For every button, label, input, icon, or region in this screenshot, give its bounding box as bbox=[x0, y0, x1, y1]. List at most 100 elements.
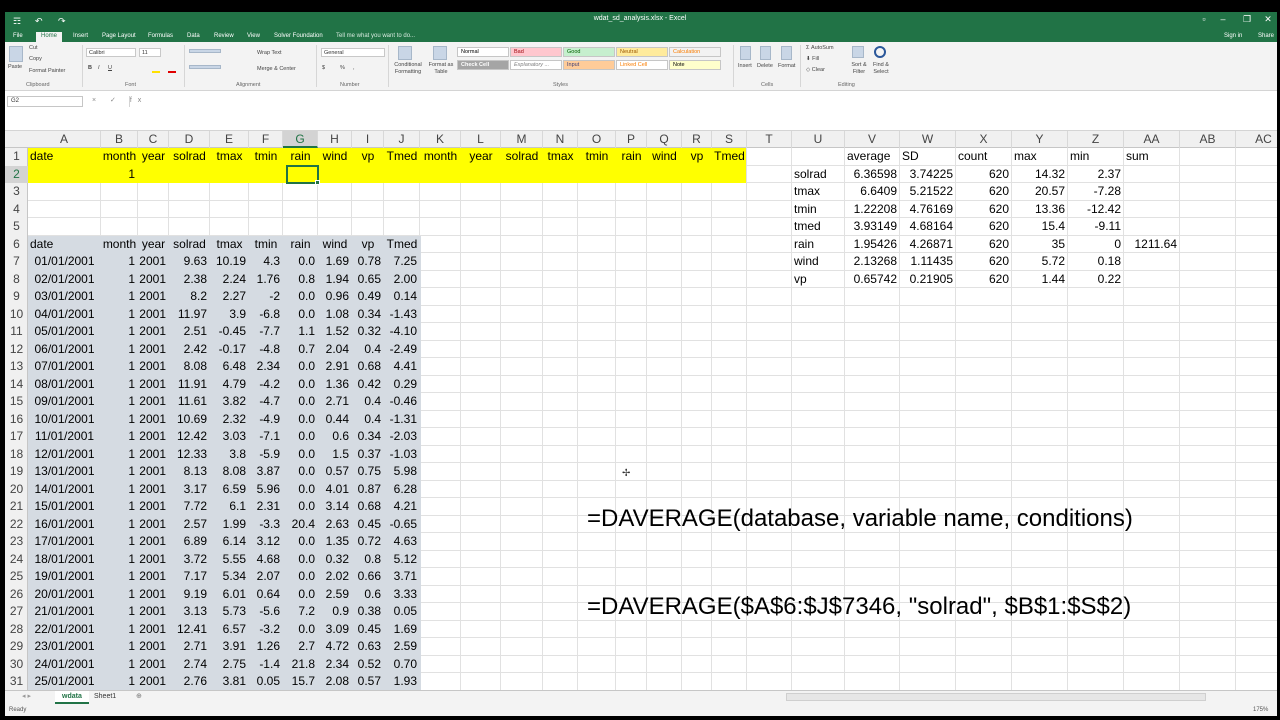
row-header-11[interactable]: 11 bbox=[5, 323, 28, 341]
table-cell[interactable]: 0.34 bbox=[352, 428, 384, 446]
table-cell[interactable]: 2001 bbox=[138, 568, 169, 586]
table-cell[interactable]: 6.28 bbox=[384, 481, 420, 499]
table-cell[interactable]: 11.97 bbox=[169, 306, 210, 324]
table-cell[interactable]: 1 bbox=[101, 656, 138, 674]
table-cell[interactable]: 2001 bbox=[138, 253, 169, 271]
table-cell[interactable]: 0.38 bbox=[352, 603, 384, 621]
table-cell[interactable]: 2.63 bbox=[318, 516, 352, 534]
style-note[interactable]: Note bbox=[669, 60, 721, 70]
table-cell[interactable]: 2001 bbox=[138, 428, 169, 446]
tell-me-search[interactable]: Tell me what you want to do... bbox=[336, 32, 415, 41]
stats-cell[interactable]: 2.37 bbox=[1068, 166, 1124, 184]
table-cell[interactable]: 7.25 bbox=[384, 253, 420, 271]
tab-view[interactable]: View bbox=[242, 32, 265, 42]
table-cell[interactable]: 06/01/2001 bbox=[28, 341, 101, 359]
table-cell[interactable]: 0.0 bbox=[283, 358, 318, 376]
table-cell[interactable]: 4.68 bbox=[249, 551, 283, 569]
table-cell[interactable]: 0.0 bbox=[283, 551, 318, 569]
table-cell[interactable]: 5.73 bbox=[210, 603, 249, 621]
table-cell[interactable]: 0.0 bbox=[283, 411, 318, 429]
table-cell[interactable]: 2001 bbox=[138, 586, 169, 604]
table-cell[interactable]: 1 bbox=[101, 306, 138, 324]
delete-cells-icon[interactable] bbox=[760, 46, 771, 60]
stats-cell[interactable]: 13.36 bbox=[1012, 201, 1068, 219]
stats-cell[interactable]: 6.6409 bbox=[845, 183, 900, 201]
table-cell[interactable]: 2.38 bbox=[169, 271, 210, 289]
format-as-table-button[interactable]: Format as Table bbox=[428, 62, 454, 76]
column-header-ac[interactable]: AC bbox=[1236, 131, 1280, 148]
row-header-18[interactable]: 18 bbox=[5, 446, 28, 464]
table-cell[interactable]: 3.87 bbox=[249, 463, 283, 481]
font-size-select[interactable]: 11 bbox=[139, 48, 161, 57]
table-cell[interactable]: 0.4 bbox=[352, 411, 384, 429]
table-cell[interactable]: -0.46 bbox=[384, 393, 420, 411]
column-header-r[interactable]: R bbox=[682, 131, 712, 148]
style-check-cell[interactable]: Check Cell bbox=[457, 60, 509, 70]
table-cell[interactable]: -5.9 bbox=[249, 446, 283, 464]
cut-button[interactable]: Cut bbox=[29, 45, 38, 52]
stats-cell[interactable]: 0.21905 bbox=[900, 271, 956, 289]
table-cell[interactable]: 11/01/2001 bbox=[28, 428, 101, 446]
table-cell[interactable]: 7.17 bbox=[169, 568, 210, 586]
table-cell[interactable]: 3.72 bbox=[169, 551, 210, 569]
format-cells-icon[interactable] bbox=[781, 46, 792, 60]
table-cell[interactable]: 05/01/2001 bbox=[28, 323, 101, 341]
table-cell[interactable]: 2.71 bbox=[318, 393, 352, 411]
table-cell[interactable]: -4.8 bbox=[249, 341, 283, 359]
table-cell[interactable]: 2001 bbox=[138, 341, 169, 359]
table-cell[interactable]: 3.13 bbox=[169, 603, 210, 621]
table-cell[interactable]: 5.34 bbox=[210, 568, 249, 586]
table-cell[interactable]: 2001 bbox=[138, 393, 169, 411]
table-cell[interactable]: 2.27 bbox=[210, 288, 249, 306]
table-cell[interactable]: -1.43 bbox=[384, 306, 420, 324]
sign-in-link[interactable]: Sign in bbox=[1224, 32, 1242, 41]
table-cell[interactable]: 0.6 bbox=[318, 428, 352, 446]
column-header-w[interactable]: W bbox=[900, 131, 956, 148]
stats-cell[interactable]: 620 bbox=[956, 183, 1012, 201]
align-top-icon[interactable] bbox=[189, 49, 221, 53]
wrap-text-button[interactable]: Wrap Text bbox=[257, 50, 282, 57]
table-cell[interactable]: 0.8 bbox=[283, 271, 318, 289]
table-cell[interactable]: 8.13 bbox=[169, 463, 210, 481]
stats-cell[interactable]: 6.36598 bbox=[845, 166, 900, 184]
table-cell[interactable]: 2.32 bbox=[210, 411, 249, 429]
table-cell[interactable]: 0.0 bbox=[283, 621, 318, 639]
table-cell[interactable]: 2001 bbox=[138, 551, 169, 569]
style-linked-cell[interactable]: Linked Cell bbox=[616, 60, 668, 70]
table-cell[interactable]: 2.76 bbox=[169, 673, 210, 690]
table-cell[interactable]: 4.72 bbox=[318, 638, 352, 656]
table-cell[interactable]: 2001 bbox=[138, 603, 169, 621]
row-header-9[interactable]: 9 bbox=[5, 288, 28, 306]
row-header-16[interactable]: 16 bbox=[5, 411, 28, 429]
table-cell[interactable]: 17/01/2001 bbox=[28, 533, 101, 551]
column-header-aa[interactable]: AA bbox=[1124, 131, 1180, 148]
table-cell[interactable]: 2.04 bbox=[318, 341, 352, 359]
table-cell[interactable]: 0.0 bbox=[283, 393, 318, 411]
table-cell[interactable]: 2001 bbox=[138, 446, 169, 464]
row-header-28[interactable]: 28 bbox=[5, 621, 28, 639]
table-cell[interactable]: 0.8 bbox=[352, 551, 384, 569]
horizontal-scrollbar[interactable] bbox=[786, 693, 1206, 701]
table-cell[interactable]: 1 bbox=[101, 253, 138, 271]
table-cell[interactable]: 1 bbox=[101, 428, 138, 446]
stats-row-label[interactable]: tmed bbox=[792, 218, 845, 236]
table-cell[interactable]: 2.42 bbox=[169, 341, 210, 359]
table-cell[interactable]: 0.0 bbox=[283, 533, 318, 551]
table-cell[interactable]: 11.61 bbox=[169, 393, 210, 411]
stats-cell[interactable] bbox=[1124, 253, 1180, 271]
table-cell[interactable]: 0.68 bbox=[352, 498, 384, 516]
table-cell[interactable]: 1.52 bbox=[318, 323, 352, 341]
find-select-button[interactable]: Find & Select bbox=[869, 62, 893, 76]
zoom-level[interactable]: 175% bbox=[1253, 704, 1268, 716]
table-cell[interactable]: 3.71 bbox=[384, 568, 420, 586]
table-cell[interactable]: 1.08 bbox=[318, 306, 352, 324]
column-header-p[interactable]: P bbox=[616, 131, 647, 148]
stats-cell[interactable]: 0.65742 bbox=[845, 271, 900, 289]
stats-row-label[interactable]: vp bbox=[792, 271, 845, 289]
sort-filter-button[interactable]: Sort & Filter bbox=[848, 62, 870, 76]
sheet-nav-icon[interactable]: ◂ ▸ bbox=[15, 691, 38, 704]
column-header-j[interactable]: J bbox=[384, 131, 420, 148]
stats-cell[interactable]: 20.57 bbox=[1012, 183, 1068, 201]
table-cell[interactable]: 3.03 bbox=[210, 428, 249, 446]
table-cell[interactable]: 21/01/2001 bbox=[28, 603, 101, 621]
